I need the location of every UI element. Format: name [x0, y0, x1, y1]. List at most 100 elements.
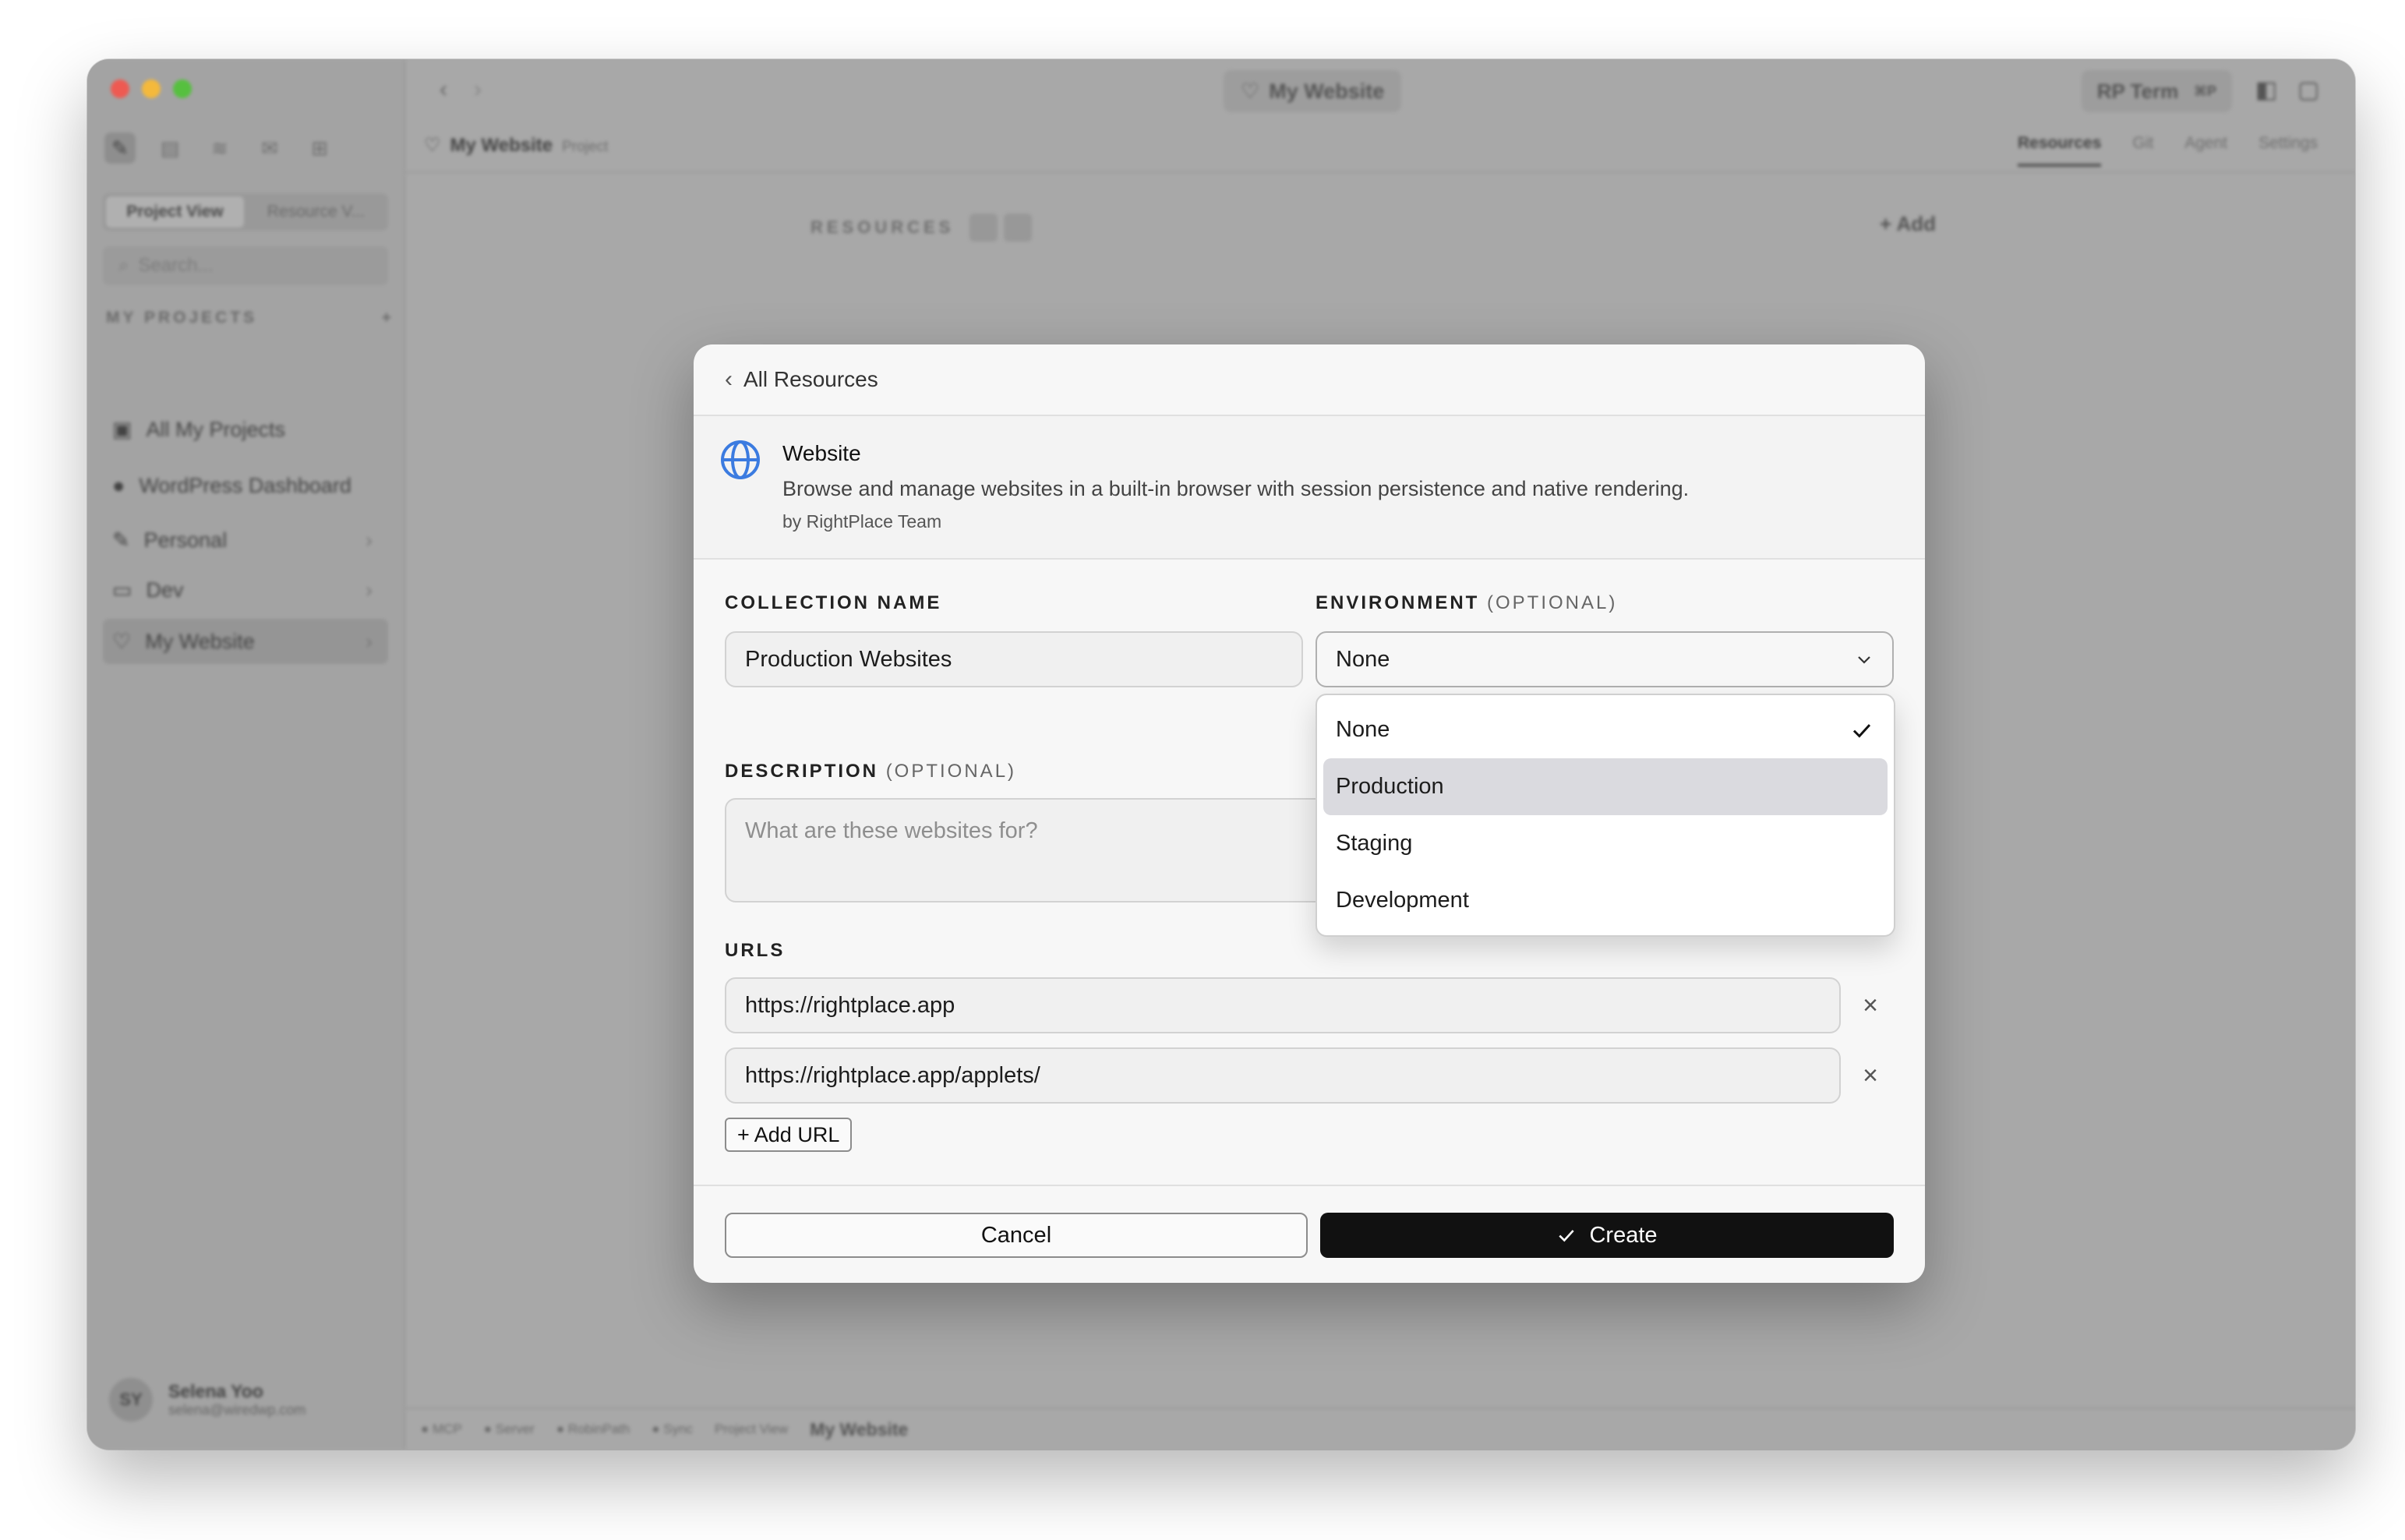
- user-name: Selena Yoo: [168, 1381, 263, 1401]
- tab-project-view[interactable]: Project View: [106, 196, 244, 228]
- feather-icon[interactable]: ✎: [104, 132, 136, 164]
- book-icon: ▭: [112, 578, 132, 602]
- cancel-button[interactable]: Cancel: [725, 1213, 1308, 1258]
- collection-name-input[interactable]: Production Websites: [725, 631, 1303, 687]
- url-input-1[interactable]: https://rightplace.app: [725, 977, 1841, 1033]
- section-title: MY PROJECTS: [106, 309, 258, 327]
- optional-tag: (OPTIONAL): [885, 761, 1017, 782]
- url-input-2[interactable]: https://rightplace.app/applets/: [725, 1047, 1841, 1104]
- sidebar-toggle-icon[interactable]: ◧: [2255, 76, 2283, 104]
- tab-settings[interactable]: Settings: [2258, 134, 2318, 167]
- layers-icon[interactable]: ≋: [204, 132, 235, 164]
- terminal-label: RP Term: [2096, 79, 2179, 103]
- view-toggle: [969, 214, 1033, 242]
- terminal-button[interactable]: RP Term ⌘P: [2081, 70, 2232, 112]
- collection-name-label: COLLECTION NAME: [725, 592, 941, 614]
- sidebar-item-label: Dev: [146, 578, 184, 602]
- close-window-button[interactable]: [111, 79, 129, 98]
- tab-resource-view[interactable]: Resource V...: [247, 196, 385, 228]
- check-icon: [1559, 1230, 1575, 1242]
- plus-icon[interactable]: +: [382, 309, 394, 327]
- url-value: https://rightplace.app: [745, 992, 955, 1018]
- resource-title: Website: [782, 441, 861, 465]
- sidebar-item-all-projects[interactable]: ▣ All My Projects: [103, 407, 388, 452]
- dropdown-option-staging[interactable]: Staging: [1323, 815, 1888, 872]
- grid-view-icon[interactable]: [969, 214, 998, 242]
- url-value: https://rightplace.app/applets/: [745, 1062, 1040, 1088]
- option-label: Staging: [1336, 831, 1413, 856]
- sidebar-item-dev[interactable]: ▭ Dev ›: [103, 567, 388, 613]
- add-resource-button[interactable]: + Add: [1880, 212, 1936, 236]
- apps-icon[interactable]: ⊞: [304, 132, 335, 164]
- heart-icon: ♡: [424, 135, 441, 156]
- status-workspace: My Website: [810, 1418, 909, 1439]
- archive-icon: ▣: [112, 417, 132, 441]
- option-label: Development: [1336, 888, 1469, 913]
- sidebar-item-label: Personal: [143, 528, 228, 552]
- create-button[interactable]: Create: [1320, 1213, 1894, 1258]
- sidebar-item-wordpress[interactable]: ● WordPress Dashboard: [103, 463, 388, 508]
- sidebar-item-label: All My Projects: [146, 417, 286, 441]
- environment-label: ENVIRONMENT (OPTIONAL): [1316, 592, 1617, 614]
- view-segmented-control: Project View Resource V...: [103, 193, 388, 231]
- chevron-right-icon: ›: [366, 578, 373, 602]
- cancel-label: Cancel: [980, 1222, 1052, 1248]
- layout-icon[interactable]: ▤: [154, 132, 185, 164]
- status-view[interactable]: Project View: [715, 1422, 788, 1437]
- dropdown-option-none[interactable]: None: [1323, 701, 1888, 758]
- search-placeholder: Search...: [138, 255, 214, 276]
- status-sync[interactable]: ● Sync: [652, 1422, 693, 1437]
- project-tabs: Resources Git Agent Settings: [2017, 134, 2318, 167]
- add-url-button[interactable]: + Add URL: [725, 1118, 853, 1152]
- chevron-down-icon: [1858, 656, 1870, 664]
- panel-toggle-icon[interactable]: ▢: [2297, 76, 2326, 104]
- zoom-window-button[interactable]: [173, 79, 192, 98]
- urls-label: URLS: [725, 940, 785, 962]
- status-bar: ● MCP ● Server ● RobinPath ● Sync Projec…: [405, 1408, 2355, 1450]
- my-projects-header: MY PROJECTS +: [106, 309, 394, 327]
- list-view-icon[interactable]: [1004, 214, 1033, 242]
- sidebar-search-input[interactable]: ⌕ Search...: [103, 246, 388, 285]
- dropdown-option-development[interactable]: Development: [1323, 872, 1888, 929]
- project-kind: Project: [562, 139, 609, 155]
- optional-tag: (OPTIONAL): [1487, 592, 1618, 613]
- feather-icon: ✎: [112, 528, 130, 552]
- minimize-window-button[interactable]: [142, 79, 161, 98]
- dropdown-option-production[interactable]: Production: [1323, 758, 1888, 815]
- tab-resources[interactable]: Resources: [2017, 134, 2102, 167]
- mail-icon[interactable]: ✉: [254, 132, 285, 164]
- chevron-right-icon: ›: [366, 528, 373, 552]
- terminal-shortcut: ⌘P: [2194, 83, 2216, 99]
- window-title-text: My Website: [1269, 79, 1385, 103]
- status-robinpath[interactable]: ● RobinPath: [556, 1422, 630, 1437]
- window-title[interactable]: ♡ My Website: [1224, 70, 1402, 112]
- remove-url-1-icon[interactable]: ×: [1855, 990, 1886, 1021]
- label-text: ENVIRONMENT: [1316, 592, 1480, 613]
- chevron-right-icon[interactable]: ›: [474, 76, 482, 103]
- tab-agent[interactable]: Agent: [2184, 134, 2227, 167]
- sidebar-item-my-website[interactable]: ♡ My Website ›: [103, 619, 388, 664]
- option-label: Production: [1336, 774, 1444, 799]
- check-icon: [1852, 723, 1871, 738]
- remove-url-2-icon[interactable]: ×: [1855, 1060, 1886, 1091]
- sidebar-item-personal[interactable]: ✎ Personal ›: [103, 517, 388, 563]
- environment-selected-value: None: [1336, 646, 1390, 672]
- chevron-right-icon: ›: [366, 629, 373, 653]
- environment-dropdown-menu: None Production Staging Development: [1316, 694, 1895, 937]
- label-text: COLLECTION NAME: [725, 592, 942, 613]
- project-title: ♡ My Website Project: [424, 134, 608, 157]
- environment-select[interactable]: None: [1316, 631, 1894, 687]
- collection-name-value: Production Websites: [745, 646, 952, 672]
- back-to-all-resources[interactable]: ‹ All Resources: [694, 344, 1925, 416]
- chevron-left-icon[interactable]: ‹: [440, 76, 447, 103]
- status-mcp[interactable]: ● MCP: [421, 1422, 462, 1437]
- tab-git[interactable]: Git: [2132, 134, 2153, 167]
- resource-description: Browse and manage websites in a built-in…: [782, 477, 1690, 500]
- status-server[interactable]: ● Server: [484, 1422, 535, 1437]
- label-text: URLS: [725, 940, 786, 961]
- description-label: DESCRIPTION (OPTIONAL): [725, 761, 1016, 782]
- label-text: DESCRIPTION: [725, 761, 879, 782]
- search-icon: ⌕: [118, 255, 129, 276]
- user-profile[interactable]: SY Selena Yoo selena@wiredwp.com: [109, 1378, 305, 1422]
- resources-heading-text: RESOURCES: [810, 217, 955, 237]
